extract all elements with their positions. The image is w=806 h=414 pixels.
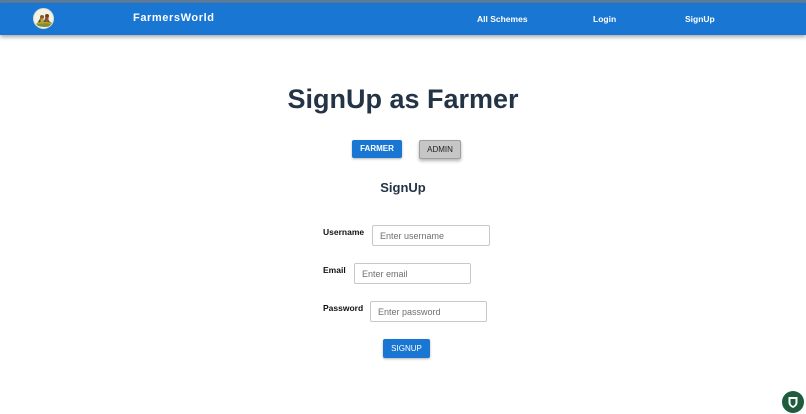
nav-login[interactable]: Login bbox=[593, 14, 616, 24]
brand-name[interactable]: FarmersWorld bbox=[133, 12, 215, 24]
nav-signup[interactable]: SignUp bbox=[685, 14, 715, 24]
username-input[interactable] bbox=[372, 225, 490, 246]
page-title: SignUp as Farmer bbox=[287, 84, 519, 114]
admin-role-button[interactable]: ADMIN bbox=[419, 140, 461, 159]
signup-submit-button[interactable]: SIGNUP bbox=[383, 339, 430, 358]
email-label: Email bbox=[323, 265, 346, 275]
email-input[interactable] bbox=[354, 263, 471, 284]
navbar: FarmersWorld All Schemes Login SignUp bbox=[0, 3, 806, 35]
username-label: Username bbox=[323, 227, 365, 237]
password-input[interactable] bbox=[370, 301, 487, 322]
farmer-logo-icon[interactable] bbox=[33, 8, 54, 29]
form-title: SignUp bbox=[380, 180, 426, 195]
shield-extension-icon[interactable] bbox=[782, 391, 804, 413]
farmer-role-button[interactable]: FARMER bbox=[352, 140, 402, 158]
password-label: Password bbox=[323, 303, 364, 313]
nav-all-schemes[interactable]: All Schemes bbox=[477, 14, 528, 24]
